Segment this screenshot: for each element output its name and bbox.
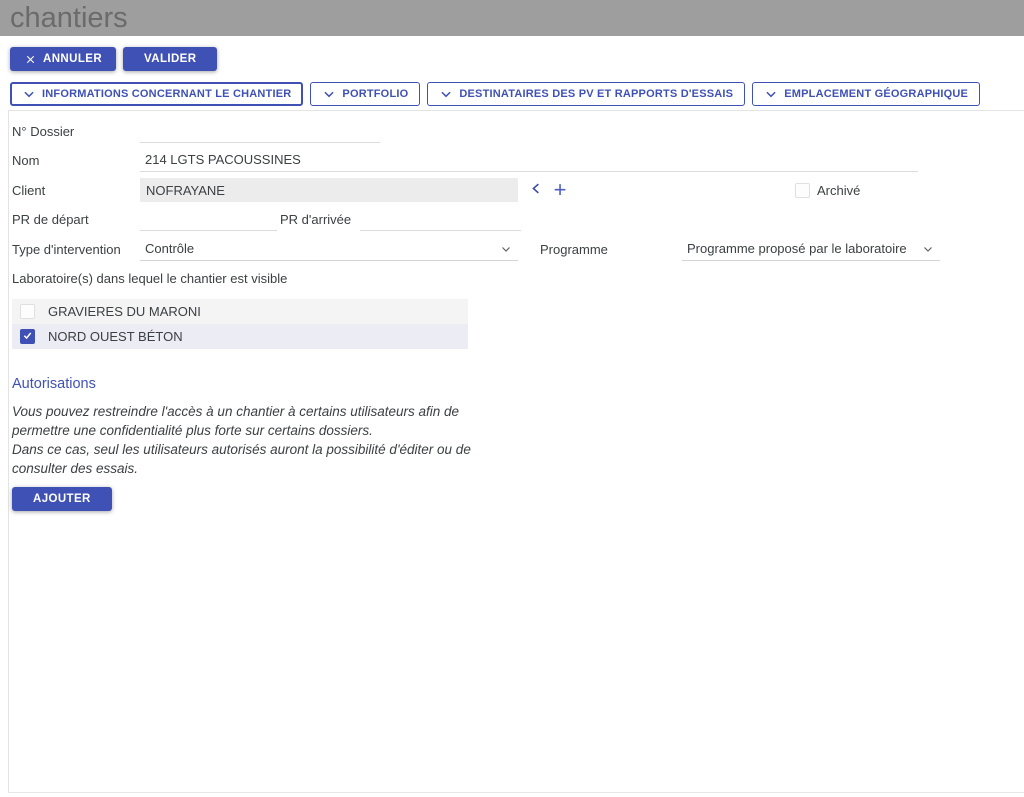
- toolbar: ANNULER VALIDER: [10, 47, 1024, 71]
- chevron-down-icon: [922, 243, 934, 258]
- dossier-row: N° Dossier: [12, 117, 1024, 146]
- dossier-label: N° Dossier: [12, 124, 140, 139]
- tab-label: EMPLACEMENT GÉOGRAPHIQUE: [784, 88, 968, 100]
- archive-label: Archivé: [817, 183, 860, 198]
- lab-checkbox[interactable]: [20, 304, 35, 319]
- type-programme-row: Type d'intervention Contrôle Programme P…: [12, 234, 1024, 264]
- tab-destinataires-pv[interactable]: DESTINATAIRES DES PV ET RAPPORTS D'ESSAI…: [427, 82, 745, 106]
- programme-value: Programme proposé par le laboratoire: [687, 241, 907, 256]
- chevron-down-icon: [439, 87, 453, 101]
- plus-icon: +: [554, 180, 567, 200]
- client-back-button[interactable]: [526, 179, 546, 201]
- client-actions: +: [526, 179, 570, 201]
- add-button-row: AJOUTER: [12, 487, 1024, 511]
- nom-row: Nom: [12, 146, 1024, 175]
- tab-label: INFORMATIONS CONCERNANT LE CHANTIER: [42, 88, 291, 100]
- autorisations-description: Vous pouvez restreindre l'accès à un cha…: [12, 402, 484, 478]
- chantier-form-panel: N° Dossier Nom Client NOFRAYANE + Archiv…: [8, 110, 1024, 793]
- chevron-down-icon: [764, 87, 778, 101]
- add-button-label: AJOUTER: [33, 493, 91, 505]
- chevron-down-icon: [500, 243, 512, 258]
- tab-label: DESTINATAIRES DES PV ET RAPPORTS D'ESSAI…: [459, 88, 733, 100]
- validate-button-label: VALIDER: [144, 53, 196, 65]
- list-item[interactable]: NORD OUEST BÉTON: [12, 324, 468, 349]
- client-field: NOFRAYANE: [140, 178, 518, 202]
- validate-button[interactable]: VALIDER: [123, 47, 217, 71]
- tab-emplacement-geographique[interactable]: EMPLACEMENT GÉOGRAPHIQUE: [752, 82, 980, 106]
- cancel-button[interactable]: ANNULER: [10, 47, 116, 71]
- chevron-down-icon: [322, 87, 336, 101]
- pr-row: PR de départ PR d'arrivée: [12, 205, 1024, 234]
- chevron-left-icon: [529, 181, 544, 199]
- labs-section-label: Laboratoire(s) dans lequel le chantier e…: [12, 271, 1024, 292]
- tab-label: PORTFOLIO: [342, 88, 408, 100]
- type-intervention-label: Type d'intervention: [12, 242, 140, 257]
- pr-depart-label: PR de départ: [12, 212, 140, 227]
- tab-portfolio[interactable]: PORTFOLIO: [310, 82, 420, 106]
- labs-list: GRAVIERES DU MARONI NORD OUEST BÉTON: [12, 299, 468, 349]
- section-tabs: INFORMATIONS CONCERNANT LE CHANTIER PORT…: [10, 82, 1024, 106]
- type-intervention-select[interactable]: Contrôle: [140, 237, 518, 261]
- list-item[interactable]: GRAVIERES DU MARONI: [12, 299, 468, 324]
- client-add-button[interactable]: +: [550, 179, 570, 201]
- close-icon: [24, 53, 37, 66]
- autorisations-title: Autorisations: [12, 376, 1024, 392]
- type-intervention-value: Contrôle: [145, 241, 194, 256]
- page-title: chantiers: [10, 0, 128, 36]
- programme-select[interactable]: Programme proposé par le laboratoire: [682, 237, 940, 261]
- lab-label: NORD OUEST BÉTON: [48, 329, 183, 344]
- tab-informations-chantier[interactable]: INFORMATIONS CONCERNANT LE CHANTIER: [10, 82, 303, 106]
- client-row: Client NOFRAYANE + Archivé: [12, 175, 1024, 205]
- pr-depart-input[interactable]: [140, 208, 277, 231]
- client-label: Client: [12, 183, 140, 198]
- archive-checkbox[interactable]: [795, 183, 810, 198]
- lab-checkbox[interactable]: [20, 329, 35, 344]
- pr-arrivee-label: PR d'arrivée: [280, 212, 360, 227]
- archive-field: Archivé: [795, 183, 860, 198]
- programme-label: Programme: [540, 242, 682, 257]
- pr-arrivee-input[interactable]: [360, 208, 521, 231]
- add-user-button[interactable]: AJOUTER: [12, 487, 112, 511]
- autorisations-description-line: Vous pouvez restreindre l'accès à un cha…: [12, 402, 484, 440]
- check-icon: [22, 329, 33, 344]
- cancel-button-label: ANNULER: [43, 53, 102, 65]
- autorisations-description-line: Dans ce cas, seul les utilisateurs autor…: [12, 440, 484, 478]
- lab-label: GRAVIERES DU MARONI: [48, 304, 201, 319]
- nom-label: Nom: [12, 153, 140, 168]
- chevron-down-icon: [22, 87, 36, 101]
- nom-input[interactable]: [140, 149, 918, 172]
- page-header: chantiers: [0, 0, 1024, 36]
- dossier-input[interactable]: [140, 120, 380, 143]
